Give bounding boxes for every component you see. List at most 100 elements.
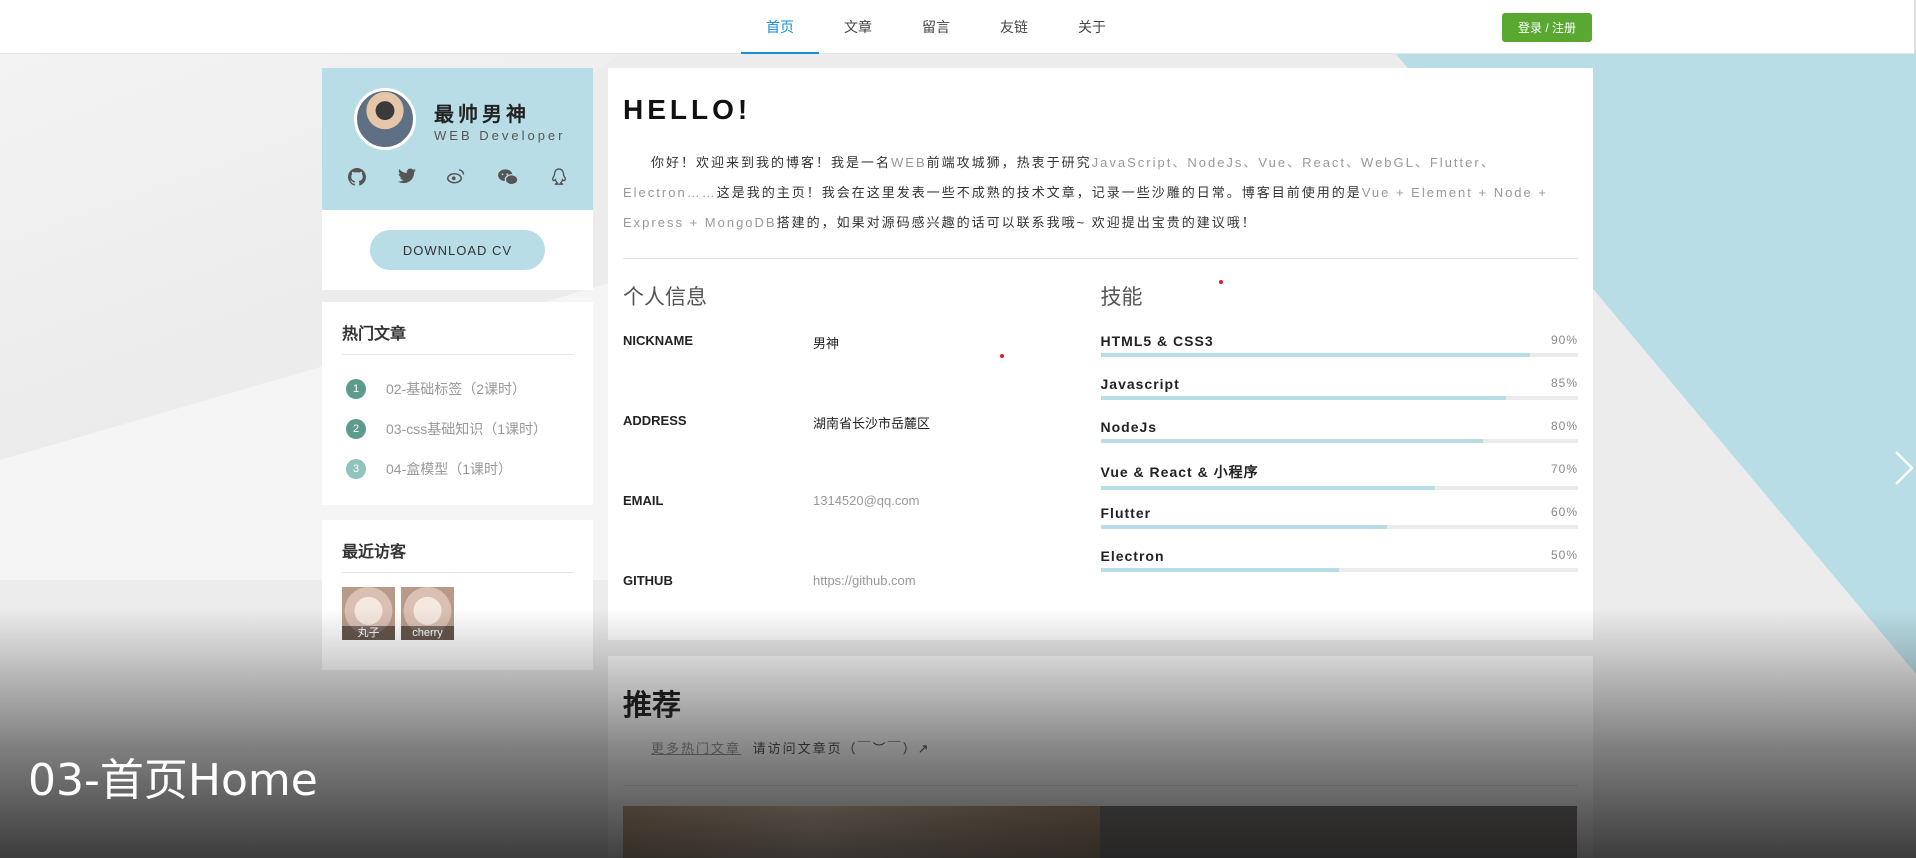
- skill-item: Electron 50%: [1100, 548, 1579, 591]
- intro-paragraph: 你好！欢迎来到我的博客！我是一名WEB前端攻城狮，热衷于研究JavaScript…: [623, 148, 1579, 238]
- cursor-dot: [1000, 354, 1004, 358]
- skill-name: Vue & React & 小程序: [1100, 464, 1259, 480]
- cursor-dot: [1219, 280, 1223, 284]
- info-row: ADDRESS 湖南省长沙市岳麓区: [623, 413, 1101, 493]
- recent-visitors-card: 最近访客 丸子 cherry: [322, 520, 593, 670]
- info-key: GITHUB: [623, 573, 673, 588]
- info-row: NICKNAME 男神: [623, 333, 1101, 413]
- skill-header: Electron 50%: [1101, 548, 1579, 564]
- rank-badge: 3: [346, 459, 366, 479]
- top-navbar: 首页 文章 留言 友链 关于 登录 / 注册: [0, 0, 1916, 54]
- article-link[interactable]: 04-盒模型（1课时）: [386, 459, 512, 479]
- skill-header: Vue & React & 小程序 70%: [1101, 462, 1579, 482]
- skill-bar-fill: [1100, 396, 1507, 400]
- info-value: 男神: [813, 336, 840, 351]
- skill-name: Flutter: [1100, 505, 1152, 521]
- divider: [623, 258, 1578, 259]
- info-key: ADDRESS: [623, 413, 687, 428]
- main-intro-card: HELLO! 你好！欢迎来到我的博客！我是一名WEB前端攻城狮，热衷于研究Jav…: [608, 68, 1593, 640]
- skill-bar: [1100, 486, 1578, 490]
- nav-about[interactable]: 关于: [1053, 0, 1131, 54]
- skill-bar: [1100, 439, 1578, 443]
- nav-articles[interactable]: 文章: [819, 0, 897, 54]
- intro-text: 搭建的，如果对源码感兴趣的话可以联系我哦~ 欢迎提出宝贵的建议哦！: [776, 215, 1257, 230]
- nav-friends[interactable]: 友链: [975, 0, 1053, 54]
- skill-percent: 85%: [1550, 376, 1578, 390]
- skill-name: Electron: [1100, 548, 1165, 564]
- github-link[interactable]: https://github.com: [813, 573, 916, 653]
- video-title: 03-首页Home: [28, 755, 318, 806]
- skill-percent: 50%: [1550, 548, 1578, 562]
- skills: 技能 HTML5 & CSS3 90% Javascript 85% NodeJs 80%…: [1100, 281, 1579, 653]
- skill-bar: [1100, 353, 1578, 357]
- skill-percent: 70%: [1550, 462, 1578, 476]
- article-link[interactable]: 02-基础标签（2课时）: [386, 379, 526, 399]
- profile-header: 最帅男神 WEB Developer: [322, 68, 593, 210]
- chevron-right-icon[interactable]: [1894, 450, 1914, 496]
- skill-percent: 80%: [1550, 419, 1578, 433]
- twitter-icon[interactable]: [397, 168, 416, 191]
- nav-home[interactable]: 首页: [741, 0, 819, 54]
- profile-role: WEB Developer: [434, 128, 566, 143]
- skill-name: NodeJs: [1100, 419, 1158, 435]
- main-nav: 首页 文章 留言 友链 关于: [741, 0, 1131, 54]
- github-icon[interactable]: [347, 168, 366, 191]
- skill-bar-fill: [1100, 353, 1531, 357]
- info-row: EMAIL 1314520@qq.com: [623, 493, 1101, 573]
- intro-text: 前端攻城狮，热衷于研究: [926, 155, 1092, 170]
- more-articles-link[interactable]: 更多热门文章: [651, 741, 741, 756]
- skill-header: Flutter 60%: [1101, 505, 1579, 521]
- visitor-avatar[interactable]: 丸子: [342, 587, 395, 640]
- skill-bar-fill: [1100, 439, 1483, 443]
- skills-title: 技能: [1100, 286, 1143, 309]
- skill-percent: 60%: [1550, 505, 1578, 519]
- rank-badge: 1: [346, 379, 366, 399]
- visitor-name: cherry: [401, 626, 454, 640]
- download-cv-button[interactable]: DOWNLOAD CV: [370, 230, 545, 270]
- recommend-image[interactable]: [623, 806, 1100, 858]
- info-value: 湖南省长沙市岳麓区: [813, 416, 931, 431]
- info-key: NICKNAME: [623, 333, 694, 348]
- list-item[interactable]: 3 04-盒模型（1课时）: [342, 449, 573, 489]
- recommend-title: 推荐: [623, 690, 682, 722]
- recommend-line: 更多热门文章 请访问文章页（￣︶￣）↗: [651, 738, 1578, 757]
- skill-item: HTML5 & CSS3 90%: [1100, 333, 1579, 376]
- visitor-avatar[interactable]: cherry: [401, 587, 454, 640]
- recommend-image[interactable]: [1100, 806, 1577, 858]
- skill-header: HTML5 & CSS3 90%: [1101, 333, 1579, 349]
- intro-text: 这是我的主页！我会在这里发表一些不成熟的技术文章，记录一些沙雕的日常。博客目前使…: [716, 185, 1362, 200]
- skill-item: NodeJs 80%: [1100, 419, 1579, 462]
- list-item[interactable]: 1 02-基础标签（2课时）: [342, 369, 573, 409]
- skill-header: NodeJs 80%: [1101, 419, 1579, 435]
- hello-heading: HELLO!: [623, 94, 752, 125]
- social-links: [322, 168, 593, 191]
- skill-bar: [1100, 568, 1578, 572]
- skill-bar: [1100, 396, 1578, 400]
- intro-highlight: WEB: [891, 155, 927, 170]
- wechat-icon[interactable]: [497, 168, 519, 191]
- visitor-list: 丸子 cherry: [342, 587, 573, 640]
- login-register-button[interactable]: 登录 / 注册: [1502, 13, 1592, 42]
- skill-item: Flutter 60%: [1100, 505, 1579, 548]
- personal-info-title: 个人信息: [623, 286, 707, 309]
- hot-articles-title: 热门文章: [342, 320, 573, 355]
- skill-bar: [1100, 525, 1578, 529]
- intro-text: 你好！欢迎来到我的博客！我是一名: [651, 155, 892, 170]
- skills-list: HTML5 & CSS3 90% Javascript 85% NodeJs 80% Vue…: [1100, 333, 1579, 591]
- profile-name: 最帅男神: [434, 104, 530, 126]
- skill-bar-fill: [1100, 525, 1387, 529]
- info-row: GITHUB https://github.com: [623, 573, 1101, 653]
- skill-item: Javascript 85%: [1100, 376, 1579, 419]
- rank-badge: 2: [346, 419, 366, 439]
- list-item[interactable]: 2 03-css基础知识（1课时）: [342, 409, 573, 449]
- article-link[interactable]: 03-css基础知识（1课时）: [386, 419, 547, 439]
- hot-articles-card: 热门文章 1 02-基础标签（2课时） 2 03-css基础知识（1课时） 3 …: [322, 302, 593, 505]
- nav-messages[interactable]: 留言: [897, 0, 975, 54]
- skill-bar-fill: [1100, 568, 1340, 572]
- email-link[interactable]: 1314520@qq.com: [813, 493, 919, 573]
- qq-icon[interactable]: [551, 168, 567, 191]
- skill-bar-fill: [1100, 486, 1435, 490]
- info-skills-section: 个人信息 NICKNAME 男神 ADDRESS 湖南省长沙市岳麓区 EMAIL…: [623, 281, 1578, 653]
- weibo-icon[interactable]: [447, 168, 465, 191]
- skill-header: Javascript 85%: [1101, 376, 1579, 392]
